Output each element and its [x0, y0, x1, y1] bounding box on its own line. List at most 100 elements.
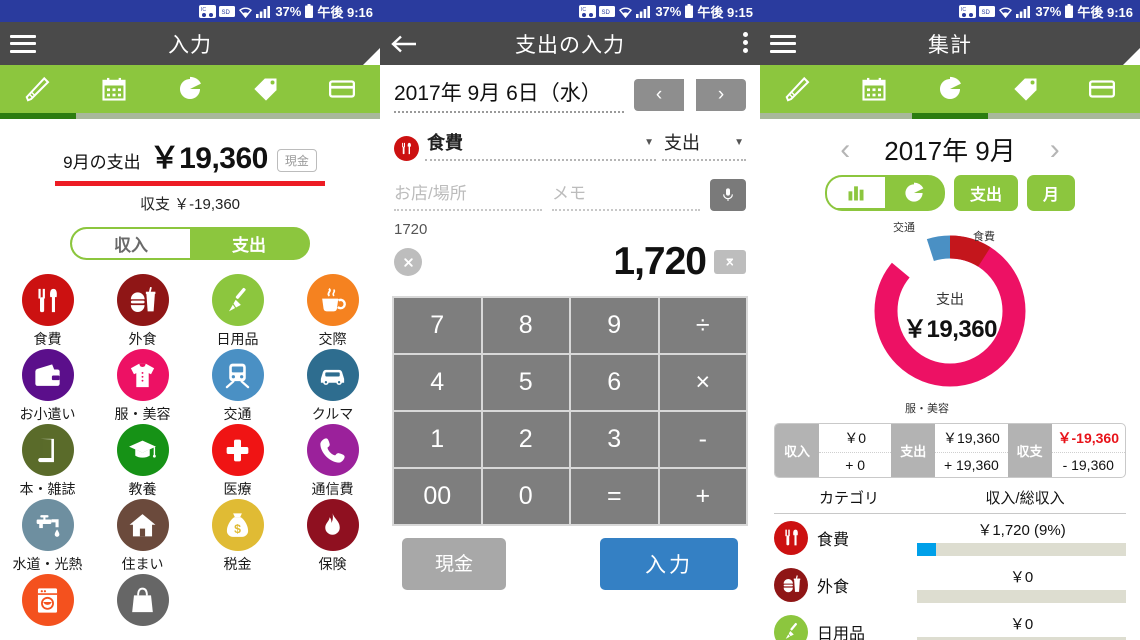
tab-calendar[interactable]	[76, 65, 152, 113]
key-3[interactable]: 3	[571, 412, 658, 467]
microphone-icon[interactable]	[710, 179, 746, 211]
prev-month-button[interactable]: ‹	[840, 133, 850, 167]
store-input[interactable]: お店/場所	[394, 179, 542, 211]
key-6[interactable]: 6	[571, 355, 658, 410]
breakdown-bar-wrap: ￥1,720 (9%)	[917, 519, 1126, 556]
overflow-menu-icon[interactable]	[743, 32, 748, 53]
category-item[interactable]: 交際	[285, 274, 380, 347]
book-icon	[21, 424, 74, 477]
category-item[interactable]: 医療	[190, 424, 285, 497]
toggle-income[interactable]: 収入	[72, 229, 190, 258]
payment-method-button[interactable]: 現金	[402, 538, 507, 590]
breakdown-amount: ￥0	[1009, 569, 1034, 586]
category-item[interactable]: 食費	[0, 274, 95, 347]
donut-center-label: 支出	[936, 291, 964, 307]
category-item[interactable]: 外食	[95, 274, 190, 347]
category-item[interactable]: 交通	[190, 349, 285, 422]
key-=[interactable]: =	[571, 469, 658, 524]
next-month-button[interactable]: ›	[1050, 133, 1060, 167]
category-item-label: 交際	[318, 331, 347, 347]
tab-card[interactable]	[1064, 65, 1140, 113]
panel-input-home: IC SD 37% 午後 9:16 入力 9月の支出 ￥19,360 現金 収支…	[0, 0, 380, 640]
filter-type-button[interactable]: 支出	[953, 175, 1018, 211]
fork-knife-icon	[394, 136, 419, 161]
category-select[interactable]: 食費 ▼	[425, 129, 656, 161]
category-item[interactable]: 教養	[95, 424, 190, 497]
washing-machine-icon	[21, 574, 74, 627]
prev-day-button[interactable]: ‹	[634, 79, 684, 111]
key-00[interactable]: 00	[394, 469, 481, 524]
breakdown-amount: ￥0	[1009, 616, 1034, 633]
pie-chart-icon[interactable]	[885, 177, 943, 208]
hamburger-menu-icon[interactable]	[10, 34, 36, 53]
submit-button[interactable]: 入力	[600, 538, 738, 590]
date-field[interactable]: 2017年 9月 6日（水）	[394, 77, 624, 113]
wifi-icon	[999, 7, 1013, 18]
key-9[interactable]: 9	[571, 298, 658, 353]
tab-input[interactable]	[0, 65, 76, 113]
key-8[interactable]: 8	[482, 298, 569, 353]
next-day-button[interactable]: ›	[696, 79, 746, 111]
memo-input[interactable]: メモ	[552, 179, 700, 211]
key-+[interactable]: +	[659, 469, 746, 524]
category-item[interactable]	[0, 574, 95, 631]
key--[interactable]: -	[659, 412, 746, 467]
wifi-icon	[619, 7, 633, 18]
category-item[interactable]	[95, 574, 190, 631]
filter-period-button[interactable]: 月	[1027, 175, 1076, 211]
category-item[interactable]: 住まい	[95, 499, 190, 572]
graduation-cap-icon	[116, 424, 169, 477]
list-header-amount: 収入/総収入	[985, 490, 1065, 507]
sd-card-icon: SD	[599, 5, 616, 17]
tab-calendar[interactable]	[836, 65, 912, 113]
category-item[interactable]: 保険	[285, 499, 380, 572]
tab-report[interactable]	[912, 65, 988, 113]
category-item[interactable]: $ 税金	[190, 499, 285, 572]
tab-input[interactable]	[760, 65, 836, 113]
key-÷[interactable]: ÷	[659, 298, 746, 353]
category-breakdown-list: 食費 ￥1,720 (9%) 外食 ￥0 日用品 ￥0	[760, 514, 1140, 640]
category-item[interactable]: お小遣い	[0, 349, 95, 422]
breakdown-row[interactable]: 食費 ￥1,720 (9%)	[774, 514, 1126, 561]
key-0[interactable]: 0	[482, 469, 569, 524]
key-×[interactable]: ×	[659, 355, 746, 410]
income-expense-toggle[interactable]: 収入 支出	[70, 227, 310, 260]
key-4[interactable]: 4	[394, 355, 481, 410]
faucet-icon	[21, 499, 74, 552]
chart-type-toggle[interactable]	[824, 175, 945, 211]
tab-indicator-3	[760, 113, 1140, 119]
tab-card[interactable]	[304, 65, 380, 113]
breakdown-row[interactable]: 日用品 ￥0	[774, 608, 1126, 640]
category-item[interactable]: 日用品	[190, 274, 285, 347]
page-title-3: 集計	[928, 33, 972, 57]
breakdown-row[interactable]: 外食 ￥0	[774, 561, 1126, 608]
page-title-1: 入力	[168, 33, 212, 57]
bar-chart-icon[interactable]	[826, 177, 885, 208]
tab-tag[interactable]	[988, 65, 1064, 113]
category-item[interactable]: クルマ	[285, 349, 380, 422]
tab-report[interactable]	[152, 65, 228, 113]
category-item[interactable]: 服・美容	[95, 349, 190, 422]
key-1[interactable]: 1	[394, 412, 481, 467]
car-icon	[306, 349, 359, 402]
key-2[interactable]: 2	[482, 412, 569, 467]
chevron-down-icon: ▼	[644, 136, 654, 148]
back-arrow-icon[interactable]	[390, 32, 420, 56]
clear-circle-icon[interactable]	[394, 248, 422, 276]
tab-tag[interactable]	[228, 65, 304, 113]
key-7[interactable]: 7	[394, 298, 481, 353]
summary-subvalue-0: + 0	[845, 457, 866, 473]
donut-chart: 交通 食費 服・美容 支出 ￥19,360	[760, 217, 1140, 417]
payment-method-chip[interactable]: 現金	[276, 149, 317, 172]
category-item[interactable]: 本・雑誌	[0, 424, 95, 497]
backspace-icon[interactable]	[714, 250, 746, 274]
credit-card-icon	[329, 80, 355, 98]
donut-center-amount: ￥19,360	[903, 316, 997, 343]
key-5[interactable]: 5	[482, 355, 569, 410]
toggle-expense[interactable]: 支出	[190, 229, 308, 258]
category-item[interactable]: 水道・光熱	[0, 499, 95, 572]
type-select[interactable]: 支出 ▼	[662, 129, 746, 161]
wallet-icon	[21, 349, 74, 402]
category-item[interactable]: 通信費	[285, 424, 380, 497]
hamburger-menu-icon[interactable]	[770, 34, 796, 53]
